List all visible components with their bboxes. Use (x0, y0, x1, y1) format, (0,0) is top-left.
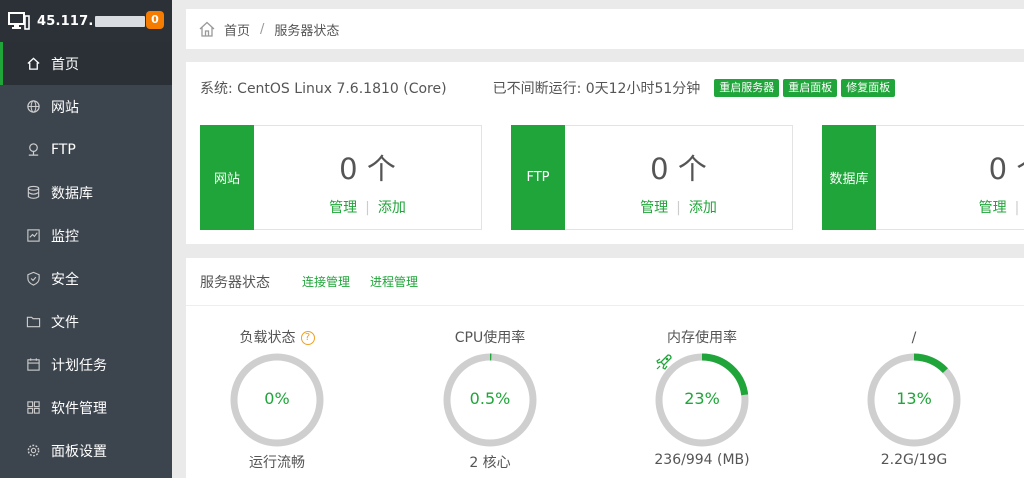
manage-link[interactable]: 管理 (329, 200, 357, 216)
gauge-title: CPU使用率 (454, 330, 526, 346)
sidebar-item-database[interactable]: 数据库 (0, 171, 172, 214)
system-info: 系统: CentOS Linux 7.6.1810 (Core) 已不间断运行:… (200, 78, 896, 98)
manage-link[interactable]: 管理 (979, 200, 1007, 216)
sidebar-item-ftp[interactable]: FTP (0, 128, 172, 171)
sidebar-item-website[interactable]: 网站 (0, 85, 172, 128)
shield-icon (25, 271, 41, 287)
card-count: 0 个 (650, 152, 707, 186)
card-count: 0 个 (339, 152, 396, 186)
calendar-icon (25, 357, 41, 373)
grid-icon (25, 400, 41, 416)
add-link[interactable]: 添加 (689, 200, 717, 216)
gauge-title: 内存使用率 (667, 330, 737, 346)
gauge-subtitle: 2.2G/19G (880, 452, 948, 468)
gauge-ring: 0% (229, 352, 325, 448)
link-divider: | (365, 200, 370, 216)
gauge-subtitle: 2 核心 (469, 455, 511, 471)
gauge-subtitle: 236/994 (MB) (654, 452, 750, 468)
gear-icon (25, 443, 41, 459)
restart-panel-button[interactable]: 重启面板 (783, 79, 838, 97)
card-tag: 数据库 (822, 125, 876, 230)
sidebar-item-label: 文件 (51, 314, 79, 331)
gauge-subtitle: 运行流畅 (249, 455, 305, 471)
sidebar-item-label: 安全 (51, 271, 79, 288)
sidebar-item-home[interactable]: 首页 (0, 42, 172, 85)
gauge-title: 负载状态 (239, 330, 296, 346)
gauge-title: / (911, 330, 917, 346)
help-icon[interactable]: ? (300, 331, 315, 345)
server-header: 45.117. 0 (0, 0, 172, 42)
sidebar-item-monitor[interactable]: 监控 (0, 214, 172, 257)
sidebar-item-label: 计划任务 (51, 357, 107, 374)
sidebar-item-label: FTP (51, 141, 76, 158)
home-icon (25, 56, 41, 72)
card-links: 管理 | 添加 (254, 197, 481, 217)
gauge-value: 13% (896, 389, 932, 408)
server-ip: 45.117. (37, 13, 94, 29)
connection-manage-link[interactable]: 连接管理 (302, 273, 350, 290)
gauge-ring: 23% (654, 352, 750, 448)
website-card: 网站 0 个 管理 | 添加 (200, 125, 482, 230)
process-manage-link[interactable]: 进程管理 (370, 273, 418, 290)
ftp-icon (25, 142, 41, 158)
sidebar-item-files[interactable]: 文件 (0, 300, 172, 343)
sidebar-item-label: 软件管理 (51, 400, 107, 417)
link-divider: | (676, 200, 681, 216)
uptime-info: 已不间断运行: 0天12小时51分钟 (492, 81, 701, 97)
os-info: 系统: CentOS Linux 7.6.1810 (Core) (200, 81, 447, 97)
server-status-panel: 服务器状态 连接管理 进程管理 负载状态? 0% 运行流畅 CPU使用率 0.5… (186, 258, 1024, 478)
main-content: 首页 / 服务器状态 系统: CentOS Linux 7.6.1810 (Co… (186, 0, 1024, 478)
ip-redaction (94, 15, 145, 27)
manage-link[interactable]: 管理 (640, 200, 668, 216)
status-title: 服务器状态 (200, 274, 270, 291)
load-gauge[interactable]: 负载状态? 0% 运行流畅 (217, 328, 337, 472)
card-tag: 网站 (200, 125, 254, 230)
card-links: 管理|添加 (876, 197, 1024, 217)
database-icon (25, 185, 41, 201)
sidebar-item-settings[interactable]: 面板设置 (0, 429, 172, 472)
repair-panel-button[interactable]: 修复面板 (841, 79, 896, 97)
sidebar: 45.117. 0 首页 网站 FTP 数据库 监控 安全 文件 计划任务 软件… (0, 0, 172, 478)
sidebar-item-label: 面板设置 (51, 443, 107, 460)
status-header: 服务器状态 连接管理 进程管理 (186, 258, 1024, 306)
home-icon[interactable] (198, 20, 216, 38)
database-card: 数据库 0 个 管理|添加 (822, 125, 1024, 230)
sidebar-item-label: 监控 (51, 228, 79, 245)
sidebar-menu: 首页 网站 FTP 数据库 监控 安全 文件 计划任务 软件管理 面板设置 (0, 42, 172, 472)
disk-gauge[interactable]: / 13% 2.2G/19G (854, 328, 974, 468)
restart-server-button[interactable]: 重启服务器 (714, 79, 780, 97)
link-divider: | (1014, 200, 1020, 216)
globe-icon (25, 99, 41, 115)
folder-icon (25, 314, 41, 330)
card-count: 0 个 (988, 152, 1024, 186)
gauge-ring: 0.5% (442, 352, 538, 448)
rocket-icon[interactable] (654, 352, 674, 372)
gauge-value: 0.5% (469, 389, 511, 408)
card-tag: FTP (511, 125, 565, 230)
sidebar-item-cron[interactable]: 计划任务 (0, 343, 172, 386)
sidebar-item-security[interactable]: 安全 (0, 257, 172, 300)
system-overview: 系统: CentOS Linux 7.6.1810 (Core) 已不间断运行:… (186, 62, 1024, 244)
gauge-value: 23% (684, 389, 720, 408)
monitor-icon (8, 12, 30, 30)
sidebar-item-label: 数据库 (51, 185, 93, 202)
card-links: 管理 | 添加 (565, 197, 792, 217)
breadcrumb-home[interactable]: 首页 (224, 20, 250, 39)
notification-badge[interactable]: 0 (146, 11, 164, 29)
breadcrumb: 首页 / 服务器状态 (186, 9, 1024, 49)
sidebar-item-label: 首页 (51, 56, 79, 73)
breadcrumb-current: 服务器状态 (274, 23, 340, 39)
cpu-gauge[interactable]: CPU使用率 0.5% 2 核心 (430, 328, 550, 472)
breadcrumb-separator: / (260, 21, 265, 37)
ftp-card: FTP 0 个 管理 | 添加 (511, 125, 793, 230)
memory-gauge[interactable]: 内存使用率 23% 236/994 (MB) (642, 328, 762, 468)
add-link[interactable]: 添加 (378, 200, 406, 216)
sidebar-item-software[interactable]: 软件管理 (0, 386, 172, 429)
sidebar-item-label: 网站 (51, 99, 79, 116)
monitor-icon (25, 228, 41, 244)
gauge-ring: 13% (866, 352, 962, 448)
gauge-value: 0% (264, 389, 290, 408)
